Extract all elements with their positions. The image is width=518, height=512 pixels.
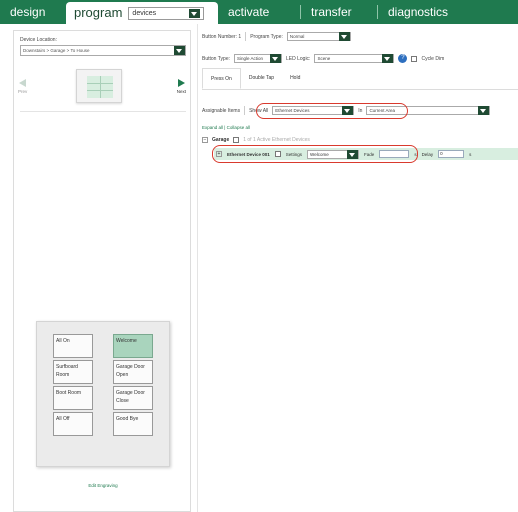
cycle-dim-checkbox[interactable] bbox=[411, 55, 418, 62]
tab-design[interactable]: design bbox=[0, 0, 66, 24]
fade-label: Fade bbox=[364, 151, 375, 157]
button-type-row: Button Type: Single Action LED Logic: Sc… bbox=[202, 54, 444, 63]
button-type-value: Single Action bbox=[236, 56, 264, 61]
chevron-down-icon[interactable] bbox=[189, 8, 201, 18]
tab-press-on[interactable]: Press On bbox=[202, 68, 241, 89]
chevron-down-icon[interactable] bbox=[382, 54, 394, 63]
garage-label: Garage bbox=[212, 137, 230, 143]
show-all-label: Show All bbox=[249, 107, 269, 114]
device-checkbox[interactable] bbox=[274, 151, 281, 157]
device-panel: Device Location: Downstairs > Garage > T… bbox=[13, 30, 191, 512]
prev-label: Prev bbox=[18, 89, 28, 94]
keypad-button-welcome[interactable]: Welcome bbox=[113, 334, 153, 358]
tab-activate[interactable]: activate bbox=[218, 0, 300, 24]
next-button[interactable]: Next bbox=[177, 79, 186, 94]
divider bbox=[244, 106, 246, 115]
button-info-row: Button Number: 1 Program Type: Normal bbox=[202, 32, 351, 41]
button-programming-panel: Button Number: 1 Program Type: Normal Bu… bbox=[197, 24, 518, 512]
led-logic-value: Scene bbox=[317, 56, 331, 61]
assignable-items-label: Assignable Items bbox=[202, 107, 241, 114]
tree-node-garage[interactable]: − Garage 1 of 1 Active Ethernet Devices bbox=[202, 137, 310, 143]
tab-transfer[interactable]: transfer bbox=[301, 0, 377, 24]
delay-label: Delay bbox=[421, 151, 434, 157]
assignable-items-row: Assignable Items Show All Ethernet Devic… bbox=[202, 106, 491, 115]
cycle-dim-label: Cycle Dim bbox=[421, 55, 445, 62]
button-type-select[interactable]: Single Action bbox=[233, 54, 282, 63]
garage-checkbox[interactable] bbox=[233, 137, 240, 143]
tab-hold[interactable]: Hold bbox=[282, 68, 308, 89]
divider bbox=[20, 111, 186, 112]
tab-diagnostics[interactable]: diagnostics bbox=[378, 0, 518, 24]
fade-unit: s bbox=[414, 151, 417, 157]
program-type-value: Normal bbox=[289, 34, 305, 39]
keypad-button-good-bye[interactable]: Good Bye bbox=[113, 412, 153, 436]
settings-select[interactable]: Welcome bbox=[307, 149, 360, 159]
top-nav: design program devices activate transfer… bbox=[0, 0, 518, 24]
area-filter-select[interactable]: Current Area bbox=[366, 106, 491, 115]
keypad-button-garage-door-close[interactable]: Garage Door Close bbox=[113, 386, 153, 410]
chevron-down-icon[interactable] bbox=[338, 32, 350, 41]
settings-label: Settings bbox=[285, 151, 303, 157]
fade-input[interactable] bbox=[379, 150, 410, 158]
action-tabs: Press On Double Tap Hold bbox=[202, 68, 518, 90]
chevron-down-icon[interactable] bbox=[347, 149, 359, 159]
button-type-label: Button Type: bbox=[202, 55, 230, 62]
expand-icon[interactable]: + bbox=[216, 151, 222, 157]
settings-value: Welcome bbox=[310, 151, 329, 157]
collapse-icon[interactable]: − bbox=[202, 137, 208, 143]
show-filter-value: Ethernet Devices bbox=[275, 108, 310, 113]
tab-program[interactable]: program devices bbox=[66, 2, 218, 24]
program-type-label: Program Type: bbox=[250, 33, 283, 40]
in-label: In bbox=[358, 107, 363, 114]
device-row[interactable]: + Ethernet Device 001 Settings Welcome F… bbox=[214, 148, 518, 160]
keypad-thumbnail[interactable] bbox=[76, 69, 122, 103]
help-icon[interactable]: ? bbox=[398, 54, 408, 63]
area-filter-value: Current Area bbox=[369, 108, 395, 113]
next-label: Next bbox=[176, 89, 186, 94]
keypad-button-garage-door-open[interactable]: Garage Door Open bbox=[113, 360, 153, 384]
tab-double-tap[interactable]: Double Tap bbox=[241, 68, 282, 89]
program-type-select[interactable]: Normal bbox=[286, 32, 351, 41]
device-location-label: Device Location: bbox=[20, 37, 57, 43]
program-mode-select[interactable]: devices bbox=[128, 6, 205, 20]
chevron-down-icon[interactable] bbox=[478, 106, 490, 115]
tab-program-label: program bbox=[74, 5, 123, 20]
arrow-left-icon bbox=[19, 79, 27, 87]
delay-unit: s bbox=[469, 151, 472, 157]
keypad-faceplate: All On Surfboard Room Boot Room All Off … bbox=[36, 321, 170, 467]
garage-count: 1 of 1 Active Ethernet Devices bbox=[243, 137, 310, 143]
button-number: Button Number: 1 bbox=[202, 33, 242, 40]
device-location-value: Downstairs > Garage > To House bbox=[23, 48, 90, 53]
prev-button[interactable]: Prev bbox=[18, 79, 27, 94]
led-logic-select[interactable]: Scene bbox=[314, 54, 395, 63]
program-mode-value: devices bbox=[132, 9, 157, 17]
device-location-select[interactable]: Downstairs > Garage > To House bbox=[20, 45, 186, 56]
led-logic-label: LED Logic: bbox=[285, 55, 311, 62]
keypad-button-boot-room[interactable]: Boot Room bbox=[53, 386, 93, 410]
keypad-button-surfboard-room[interactable]: Surfboard Room bbox=[53, 360, 93, 384]
keypad-thumbnail-grid bbox=[87, 76, 113, 98]
keypad-button-all-on[interactable]: All On bbox=[53, 334, 93, 358]
chevron-down-icon[interactable] bbox=[174, 46, 185, 55]
divider bbox=[245, 32, 247, 41]
delay-input[interactable]: 0 bbox=[438, 150, 465, 158]
chevron-down-icon[interactable] bbox=[269, 54, 281, 63]
keypad-button-all-off[interactable]: All Off bbox=[53, 412, 93, 436]
arrow-right-icon bbox=[177, 79, 185, 87]
edit-engraving-link[interactable]: Edit Engraving bbox=[14, 483, 192, 488]
expand-collapse-links[interactable]: Expand all | Collapse all bbox=[202, 125, 250, 130]
show-filter-select[interactable]: Ethernet Devices bbox=[272, 106, 355, 115]
device-name: Ethernet Device 001 bbox=[227, 151, 270, 157]
chevron-down-icon[interactable] bbox=[342, 106, 354, 115]
